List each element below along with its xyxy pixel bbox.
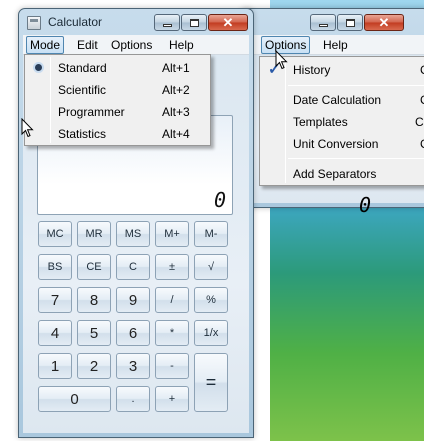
minimize-icon xyxy=(162,24,172,27)
key-5[interactable]: 5 xyxy=(77,320,111,346)
menu-item-accelerator: Alt+4 xyxy=(162,127,190,141)
close-icon: ✕ xyxy=(222,14,234,30)
key-c[interactable]: C xyxy=(116,254,150,280)
menu-item-accelerator: C xyxy=(420,93,424,107)
menu-item-add-separators[interactable]: Add Separators xyxy=(260,163,424,185)
background-maximize-button[interactable] xyxy=(337,14,363,31)
window-title: Calculator xyxy=(48,15,103,29)
menu-item-templates[interactable]: Templates C xyxy=(260,111,424,133)
key-m-minus[interactable]: M- xyxy=(194,221,228,247)
key-4[interactable]: 4 xyxy=(38,320,72,346)
background-display-value: 0 xyxy=(359,193,372,217)
key-plus-minus[interactable]: ± xyxy=(155,254,189,280)
titlebar[interactable]: Calculator ✕ xyxy=(19,9,253,35)
menu-item-label: Date Calculation xyxy=(293,93,382,107)
menu-item-unit-conversion[interactable]: Unit Conversion C xyxy=(260,133,424,155)
menu-item-accelerator: C xyxy=(415,115,424,129)
key-ce[interactable]: CE xyxy=(77,254,111,280)
key-0[interactable]: 0 xyxy=(38,386,111,412)
menu-item-label: Unit Conversion xyxy=(293,137,379,151)
maximize-button[interactable] xyxy=(181,14,207,31)
menu-item-label: Programmer xyxy=(58,105,125,119)
menu-item-accelerator: Alt+1 xyxy=(162,61,190,75)
key-m-plus[interactable]: M+ xyxy=(155,221,189,247)
key-decimal[interactable]: . xyxy=(116,386,150,412)
key-3[interactable]: 3 xyxy=(116,353,150,379)
menu-separator xyxy=(288,158,424,159)
display-value: 0 xyxy=(213,188,226,212)
key-add[interactable]: + xyxy=(155,386,189,412)
maximize-icon xyxy=(345,18,355,27)
close-button[interactable]: ✕ xyxy=(208,14,248,31)
key-8[interactable]: 8 xyxy=(77,287,111,313)
menu-edit[interactable]: Edit xyxy=(73,38,102,52)
menu-bar: Mode Edit Options Help xyxy=(23,35,249,55)
key-7[interactable]: 7 xyxy=(38,287,72,313)
menu-item-statistics[interactable]: Statistics Alt+4 xyxy=(25,123,210,145)
key-reciprocal[interactable]: 1/x xyxy=(194,320,228,346)
minimize-icon xyxy=(318,24,328,27)
key-divide[interactable]: / xyxy=(155,287,189,313)
key-percent[interactable]: % xyxy=(194,287,228,313)
mode-menu: Standard Alt+1 Scientific Alt+2 Programm… xyxy=(24,54,211,146)
key-ms[interactable]: MS xyxy=(116,221,150,247)
options-menu: ✓ History C Date Calculation C Templates… xyxy=(259,56,424,186)
menu-item-accelerator: Alt+2 xyxy=(162,83,190,97)
menu-separator xyxy=(288,85,424,86)
background-minimize-button[interactable] xyxy=(310,14,336,31)
key-mc[interactable]: MC xyxy=(38,221,72,247)
menu-item-label: Add Separators xyxy=(293,167,377,181)
key-multiply[interactable]: * xyxy=(155,320,189,346)
key-backspace[interactable]: BS xyxy=(38,254,72,280)
menu-item-label: Scientific xyxy=(58,83,107,97)
menu-help[interactable]: Help xyxy=(165,38,198,52)
menu-item-label: Templates xyxy=(293,115,348,129)
key-6[interactable]: 6 xyxy=(116,320,150,346)
menu-mode[interactable]: Mode xyxy=(26,36,65,54)
menu-item-accelerator: Alt+3 xyxy=(162,105,190,119)
key-2[interactable]: 2 xyxy=(77,353,111,379)
menu-item-label: History xyxy=(293,63,331,77)
close-icon: ✕ xyxy=(378,14,390,30)
menu-item-date-calculation[interactable]: Date Calculation C xyxy=(260,89,424,111)
menu-item-scientific[interactable]: Scientific Alt+2 xyxy=(25,79,210,101)
maximize-icon xyxy=(189,18,199,27)
key-sqrt[interactable]: √ xyxy=(194,254,228,280)
menu-item-accelerator: C xyxy=(420,137,424,151)
background-titlebar[interactable]: or ✕ xyxy=(241,9,424,35)
menu-item-standard[interactable]: Standard Alt+1 xyxy=(25,57,210,79)
minimize-button[interactable] xyxy=(154,14,180,31)
menu-item-programmer[interactable]: Programmer Alt+3 xyxy=(25,101,210,123)
background-menu-help[interactable]: Help xyxy=(319,38,352,52)
key-9[interactable]: 9 xyxy=(116,287,150,313)
menu-item-label: Statistics xyxy=(58,127,107,141)
key-subtract[interactable]: - xyxy=(155,353,189,379)
key-1[interactable]: 1 xyxy=(38,353,72,379)
background-close-button[interactable]: ✕ xyxy=(364,14,404,31)
menu-options[interactable]: Options xyxy=(107,38,156,52)
menu-item-accelerator: C xyxy=(420,63,424,77)
radio-bullet-icon xyxy=(35,64,42,71)
menu-item-label: Standard xyxy=(58,61,107,75)
key-mr[interactable]: MR xyxy=(77,221,111,247)
key-equals[interactable]: = xyxy=(194,353,228,412)
calculator-app-icon xyxy=(27,16,41,30)
